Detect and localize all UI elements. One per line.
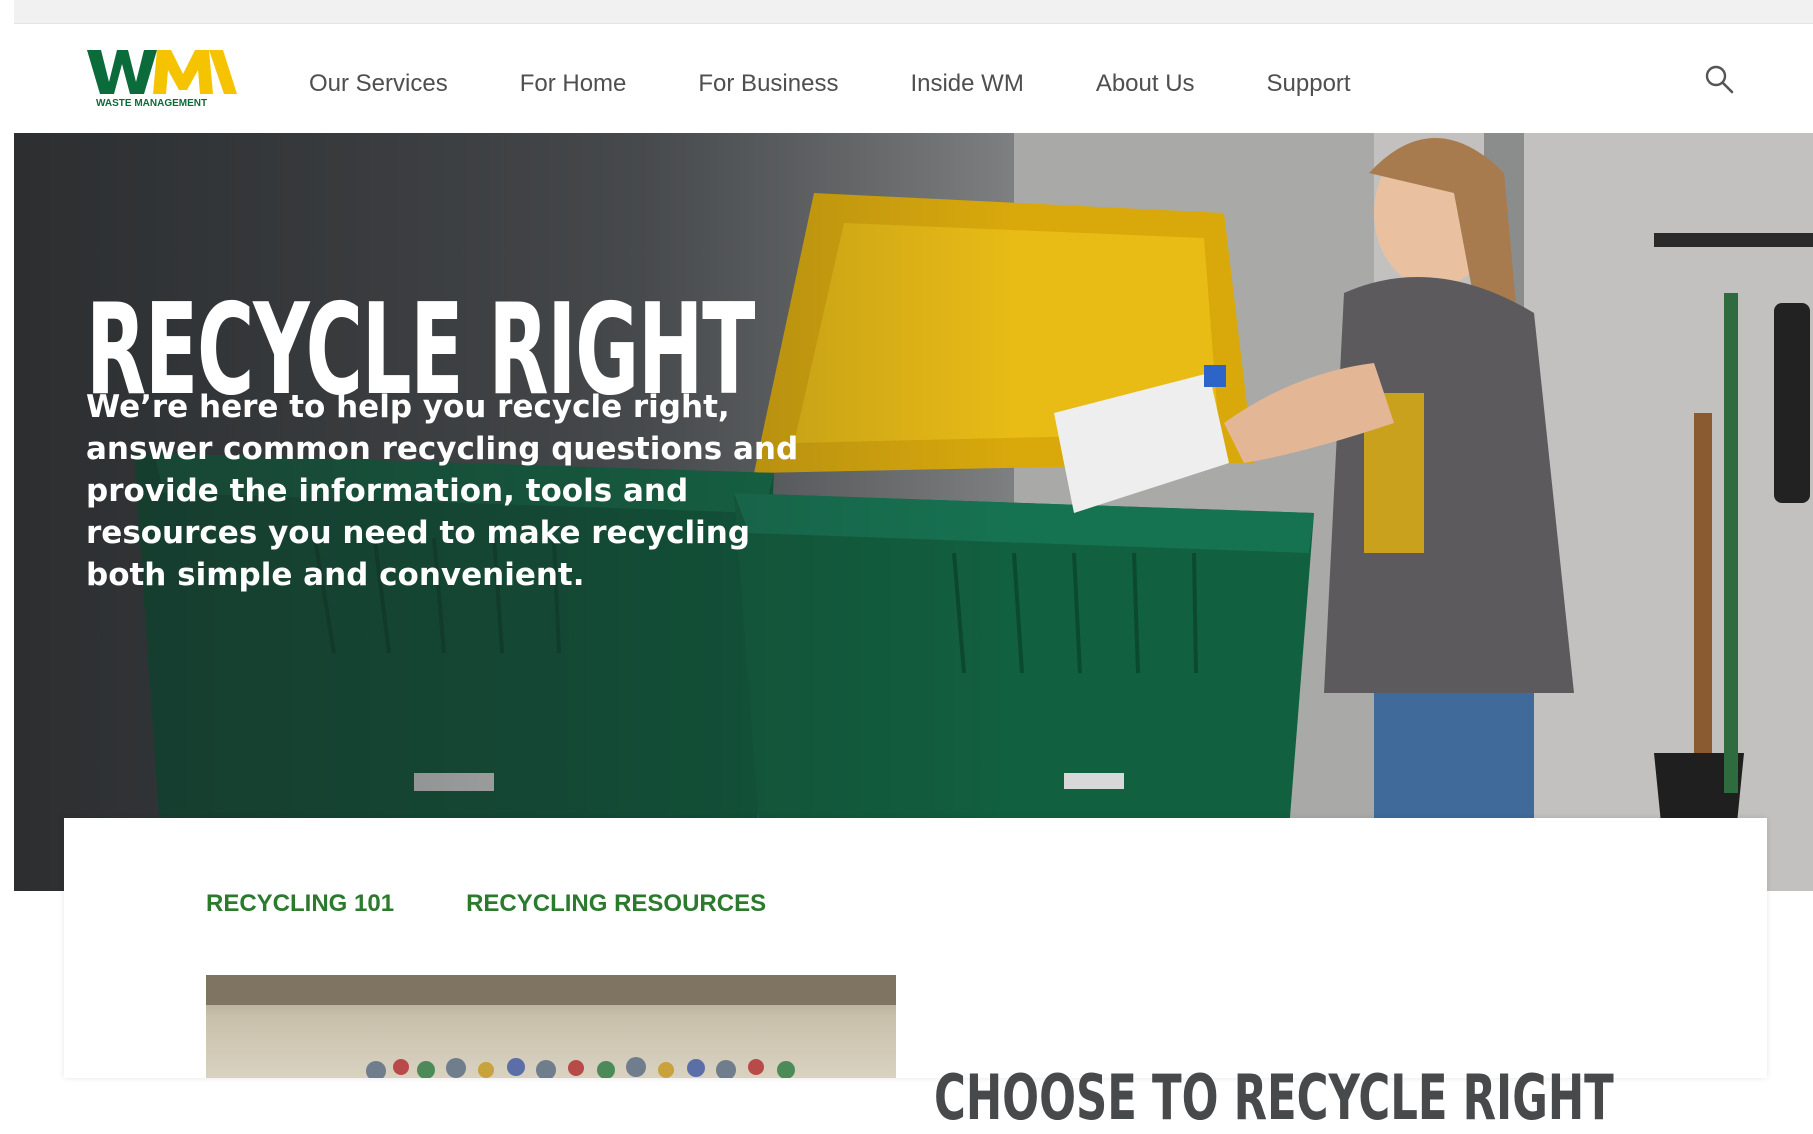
recycling-tabs: RECYCLING 101 RECYCLING RESOURCES xyxy=(206,890,838,918)
nav-for-business[interactable]: For Business xyxy=(698,70,838,98)
recycling-thumbnail xyxy=(206,975,896,1078)
wm-logo[interactable]: WASTE MANAGEMENT xyxy=(87,46,257,110)
hero-banner: RECYCLE RIGHT We’re here to help you rec… xyxy=(14,133,1813,891)
browser-top-strip xyxy=(14,0,1813,24)
search-button[interactable] xyxy=(1702,62,1738,98)
content-card: RECYCLING 101 RECYCLING RESOURCES CHOOSE… xyxy=(64,818,1767,1129)
recycled-materials-image xyxy=(206,975,896,1078)
nav-for-home[interactable]: For Home xyxy=(520,70,627,98)
nav-our-services[interactable]: Our Services xyxy=(309,70,448,98)
tab-recycling-101[interactable]: RECYCLING 101 xyxy=(206,890,394,918)
nav-about-us[interactable]: About Us xyxy=(1096,70,1195,98)
main-nav: Our Services For Home For Business Insid… xyxy=(309,64,1423,104)
nav-support[interactable]: Support xyxy=(1267,70,1351,98)
nav-inside-wm[interactable]: Inside WM xyxy=(910,70,1023,98)
site-header: WASTE MANAGEMENT Our Services For Home F… xyxy=(14,24,1813,133)
tab-recycling-resources[interactable]: RECYCLING RESOURCES xyxy=(466,890,766,918)
hero-description: We’re here to help you recycle right, an… xyxy=(86,389,799,593)
section-title: CHOOSE TO RECYCLE RIGHT xyxy=(934,1061,1614,1134)
logo-tagline: WASTE MANAGEMENT xyxy=(96,98,207,109)
search-icon xyxy=(1705,65,1734,94)
